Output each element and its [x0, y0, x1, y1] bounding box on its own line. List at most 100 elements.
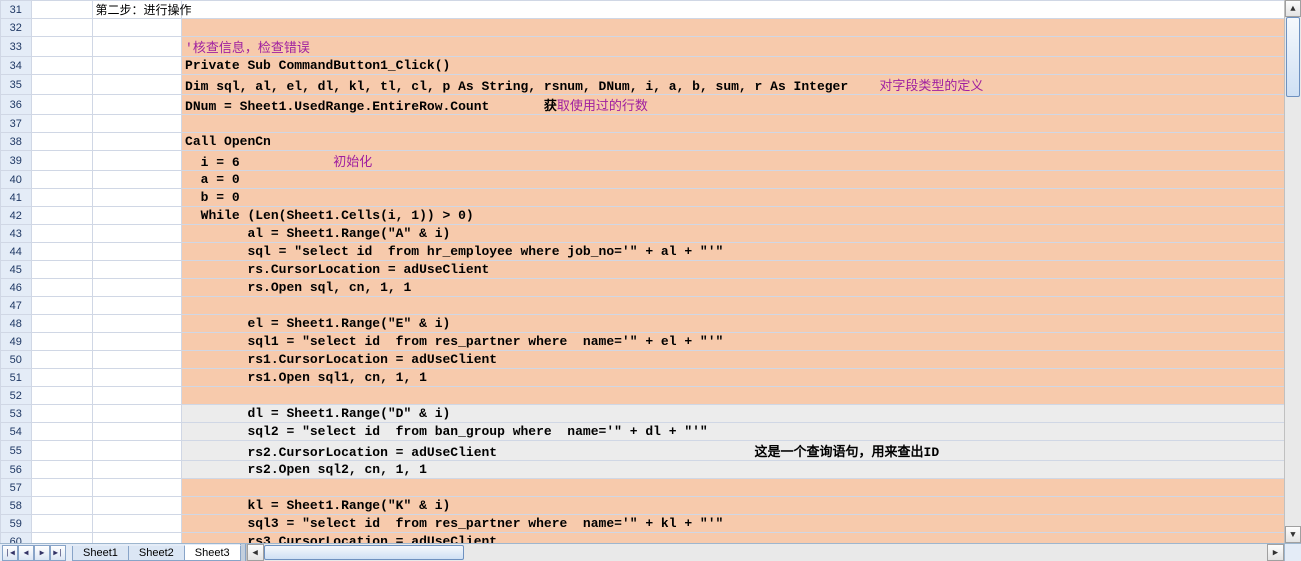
- cell[interactable]: [31, 387, 92, 405]
- cell[interactable]: [92, 387, 182, 405]
- scroll-left-button[interactable]: ◀: [247, 544, 264, 561]
- cell[interactable]: [31, 151, 92, 171]
- cell[interactable]: [31, 461, 92, 479]
- cell[interactable]: kl = Sheet1.Range("K" & i): [182, 497, 1301, 515]
- row-header[interactable]: 41: [1, 189, 32, 207]
- cell[interactable]: [92, 207, 182, 225]
- cell[interactable]: [31, 207, 92, 225]
- cell[interactable]: sql = "select id from hr_employee where …: [182, 243, 1301, 261]
- cell[interactable]: rs1.Open sql1, cn, 1, 1: [182, 369, 1301, 387]
- row-header[interactable]: 46: [1, 279, 32, 297]
- row-header[interactable]: 57: [1, 479, 32, 497]
- cell[interactable]: [182, 115, 1301, 133]
- cell[interactable]: [92, 423, 182, 441]
- cell[interactable]: [92, 115, 182, 133]
- cell[interactable]: b = 0: [182, 189, 1301, 207]
- row-header[interactable]: 32: [1, 19, 32, 37]
- cell[interactable]: [92, 133, 182, 151]
- cell[interactable]: [31, 369, 92, 387]
- cell[interactable]: [92, 57, 182, 75]
- row-header[interactable]: 44: [1, 243, 32, 261]
- cell[interactable]: [31, 441, 92, 461]
- row-header[interactable]: 34: [1, 57, 32, 75]
- cell[interactable]: [31, 315, 92, 333]
- cell[interactable]: [92, 225, 182, 243]
- cell[interactable]: [92, 533, 182, 544]
- cell[interactable]: [31, 243, 92, 261]
- cell[interactable]: [31, 479, 92, 497]
- scroll-down-button[interactable]: ▼: [1285, 526, 1301, 543]
- cell[interactable]: [31, 333, 92, 351]
- row-header[interactable]: 52: [1, 387, 32, 405]
- row-header[interactable]: 50: [1, 351, 32, 369]
- cell[interactable]: [31, 351, 92, 369]
- cell[interactable]: al = Sheet1.Range("A" & i): [182, 225, 1301, 243]
- cell[interactable]: 第二步：进行操作: [92, 1, 182, 19]
- row-header[interactable]: 56: [1, 461, 32, 479]
- cell[interactable]: [31, 133, 92, 151]
- cell[interactable]: a = 0: [182, 171, 1301, 189]
- cell[interactable]: [92, 297, 182, 315]
- row-header[interactable]: 54: [1, 423, 32, 441]
- hscroll-thumb[interactable]: [264, 545, 464, 560]
- row-header[interactable]: 37: [1, 115, 32, 133]
- cell[interactable]: [31, 515, 92, 533]
- cell[interactable]: [92, 369, 182, 387]
- cell[interactable]: [31, 1, 92, 19]
- cell[interactable]: '核查信息，检查错误: [182, 37, 1301, 57]
- row-header[interactable]: 49: [1, 333, 32, 351]
- cell[interactable]: [31, 225, 92, 243]
- cell[interactable]: [92, 19, 182, 37]
- cell[interactable]: [92, 279, 182, 297]
- cell[interactable]: [92, 441, 182, 461]
- cell[interactable]: [92, 189, 182, 207]
- cell[interactable]: [182, 19, 1301, 37]
- cell[interactable]: Dim sql, al, el, dl, kl, tl, cl, p As St…: [182, 75, 1301, 95]
- cell[interactable]: [31, 95, 92, 115]
- cell[interactable]: [31, 261, 92, 279]
- cell[interactable]: [92, 479, 182, 497]
- cell[interactable]: [31, 171, 92, 189]
- cell[interactable]: [31, 423, 92, 441]
- cell[interactable]: i = 6 初始化: [182, 151, 1301, 171]
- grid[interactable]: 31第二步：进行操作3233'核查信息，检查错误34Private Sub Co…: [0, 0, 1301, 543]
- cell[interactable]: [92, 261, 182, 279]
- row-header[interactable]: 45: [1, 261, 32, 279]
- row-header[interactable]: 51: [1, 369, 32, 387]
- row-header[interactable]: 60: [1, 533, 32, 544]
- cell[interactable]: [92, 37, 182, 57]
- cell[interactable]: el = Sheet1.Range("E" & i): [182, 315, 1301, 333]
- cell[interactable]: [92, 351, 182, 369]
- tab-nav-prev[interactable]: ◀: [18, 545, 34, 561]
- sheet-tab[interactable]: Sheet1: [72, 546, 129, 561]
- cell[interactable]: rs3.CursorLocation = adUseClient: [182, 533, 1301, 544]
- cell[interactable]: [31, 297, 92, 315]
- row-header[interactable]: 59: [1, 515, 32, 533]
- cell[interactable]: [31, 405, 92, 423]
- cell[interactable]: dl = Sheet1.Range("D" & i): [182, 405, 1301, 423]
- cell[interactable]: sql1 = "select id from res_partner where…: [182, 333, 1301, 351]
- row-header[interactable]: 53: [1, 405, 32, 423]
- cell[interactable]: rs2.CursorLocation = adUseClient 这是一个查询语…: [182, 441, 1301, 461]
- cell[interactable]: [31, 497, 92, 515]
- hscroll-track[interactable]: [264, 544, 1267, 561]
- cell[interactable]: [182, 479, 1301, 497]
- scroll-right-button[interactable]: ▶: [1267, 544, 1284, 561]
- cell[interactable]: [92, 243, 182, 261]
- row-header[interactable]: 39: [1, 151, 32, 171]
- row-header[interactable]: 40: [1, 171, 32, 189]
- cell[interactable]: [31, 533, 92, 544]
- cell[interactable]: [92, 151, 182, 171]
- cell[interactable]: rs1.CursorLocation = adUseClient: [182, 351, 1301, 369]
- cell[interactable]: rs.Open sql, cn, 1, 1: [182, 279, 1301, 297]
- cell[interactable]: [31, 57, 92, 75]
- row-header[interactable]: 33: [1, 37, 32, 57]
- tab-nav-first[interactable]: |◀: [2, 545, 18, 561]
- cell[interactable]: Call OpenCn: [182, 133, 1301, 151]
- cell[interactable]: [92, 95, 182, 115]
- cell[interactable]: sql2 = "select id from ban_group where n…: [182, 423, 1301, 441]
- cell[interactable]: [92, 497, 182, 515]
- tab-nav-last[interactable]: ▶|: [50, 545, 66, 561]
- vscroll-thumb[interactable]: [1286, 17, 1300, 97]
- cell[interactable]: [92, 171, 182, 189]
